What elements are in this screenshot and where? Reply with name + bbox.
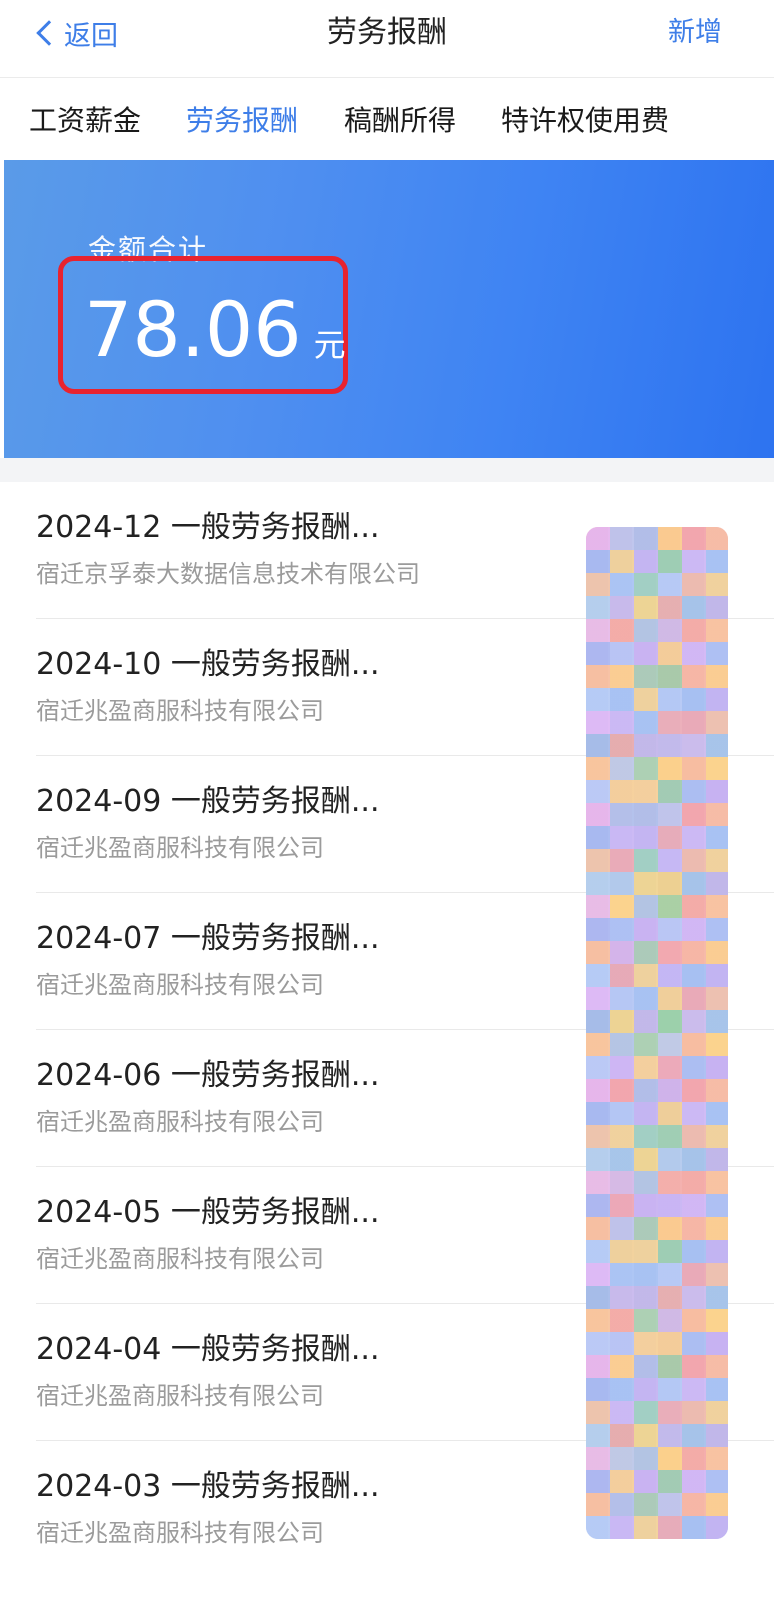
total-amount-value: 78.06 [84,285,302,374]
record-title: 2024-09 一般劳务报酬... [36,784,380,819]
tab-author-remuneration[interactable]: 稿酬所得 [344,102,456,140]
record-company: 宿迁兆盈商服科技有限公司 [36,1108,324,1136]
add-button[interactable]: 新增 [668,13,722,53]
mosaic-column [634,527,658,1539]
category-tabs: 工资薪金 劳务报酬 稿酬所得 特许权使用费 [0,78,774,160]
record-title: 2024-03 一般劳务报酬... [36,1469,380,1504]
income-list-page: 返回 劳务报酬 新增 工资薪金 劳务报酬 稿酬所得 特许权使用费 金额合计 78… [0,0,774,1606]
mosaic-column [658,527,682,1539]
mosaic-column [586,527,610,1539]
record-company: 宿迁兆盈商服科技有限公司 [36,1245,324,1273]
record-company: 宿迁兆盈商服科技有限公司 [36,1519,324,1547]
record-title: 2024-07 一般劳务报酬... [36,921,380,956]
record-title: 2024-04 一般劳务报酬... [36,1332,380,1367]
total-amount-unit: 元 [313,326,346,364]
record-company: 宿迁兆盈商服科技有限公司 [36,834,324,862]
record-title: 2024-06 一般劳务报酬... [36,1058,380,1093]
tab-royalties[interactable]: 特许权使用费 [501,102,669,140]
record-title: 2024-10 一般劳务报酬... [36,647,380,682]
record-company: 宿迁兆盈商服科技有限公司 [36,1382,324,1410]
mosaic-column [706,527,728,1539]
record-title: 2024-12 一般劳务报酬... [36,510,380,545]
section-divider [0,458,774,482]
page-title: 劳务报酬 [327,15,447,50]
record-company: 宿迁京孚泰大数据信息技术有限公司 [36,560,420,588]
mosaic-column [682,527,706,1539]
record-title: 2024-05 一般劳务报酬... [36,1195,380,1230]
record-company: 宿迁兆盈商服科技有限公司 [36,971,324,999]
tab-labor-remuneration[interactable]: 劳务报酬 [186,102,298,140]
summary-banner: 金额合计 78.06 元 [4,160,774,458]
tab-salary[interactable]: 工资薪金 [29,102,141,140]
mosaic-column [610,527,634,1539]
redaction-mosaic [586,527,728,1539]
nav-bar: 返回 劳务报酬 新增 [0,0,774,78]
record-company: 宿迁兆盈商服科技有限公司 [36,697,324,725]
total-amount: 78.06 元 [84,288,346,372]
